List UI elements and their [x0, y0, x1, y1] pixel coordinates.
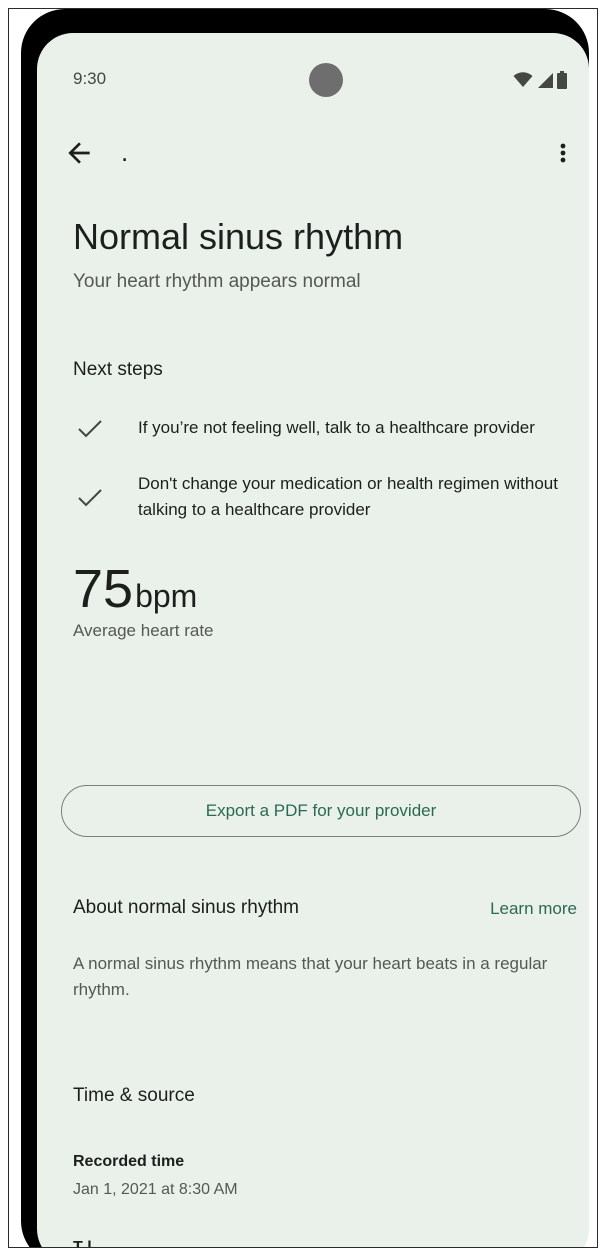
status-time: 9:30 [73, 69, 107, 88]
about-body: A normal sinus rhythm means that your he… [73, 954, 548, 999]
next-steps-list: If you’re not feeling well, talk to a he… [73, 415, 577, 523]
next-step-item: If you’re not feeling well, talk to a he… [73, 415, 577, 441]
wifi-icon [513, 72, 533, 87]
next-step-text: If you’re not feeling well, talk to a he… [138, 418, 535, 437]
arrow-left-icon [68, 142, 90, 164]
check-icon [78, 420, 102, 438]
camera-cutout [309, 63, 343, 97]
page-title: Normal sinus rhythm [73, 216, 404, 257]
app-bar: . [37, 131, 589, 179]
status-icons [513, 71, 567, 89]
back-button[interactable] [63, 137, 95, 169]
next-steps-heading: Next steps [73, 359, 163, 380]
partially-visible-label: T l [73, 1239, 92, 1248]
heart-rate-label: Average heart rate [73, 621, 214, 640]
app-bar-title: . [121, 137, 129, 167]
phone-screen: 9:30 . Normal sinus rhythm Your heart rh… [37, 33, 589, 1248]
status-bar: 9:30 [37, 33, 589, 123]
battery-icon [557, 71, 567, 89]
about-heading: About normal sinus rhythm [73, 897, 299, 918]
learn-more-link[interactable]: Learn more [490, 899, 577, 919]
heart-rate-value: 75 [73, 559, 134, 619]
more-vert-icon [560, 143, 566, 163]
result-content: Normal sinus rhythm Your heart rhythm ap… [73, 213, 577, 641]
heart-rate-block: 75bpm Average heart rate [73, 559, 577, 641]
cell-signal-icon [538, 73, 553, 88]
screenshot-frame: 9:30 . Normal sinus rhythm Your heart rh… [8, 8, 598, 1248]
page-subtitle: Your heart rhythm appears normal [73, 271, 361, 292]
more-options-button[interactable] [551, 137, 575, 169]
recorded-time-label: Recorded time [73, 1153, 185, 1170]
export-pdf-button[interactable]: Export a PDF for your provider [61, 785, 581, 837]
recorded-time-value: Jan 1, 2021 at 8:30 AM [73, 1181, 238, 1198]
next-step-text: Don't change your medication or health r… [138, 474, 558, 519]
heart-rate-unit: bpm [135, 578, 198, 614]
check-icon [78, 489, 102, 507]
next-step-item: Don't change your medication or health r… [73, 471, 577, 523]
time-source-heading: Time & source [73, 1085, 195, 1106]
